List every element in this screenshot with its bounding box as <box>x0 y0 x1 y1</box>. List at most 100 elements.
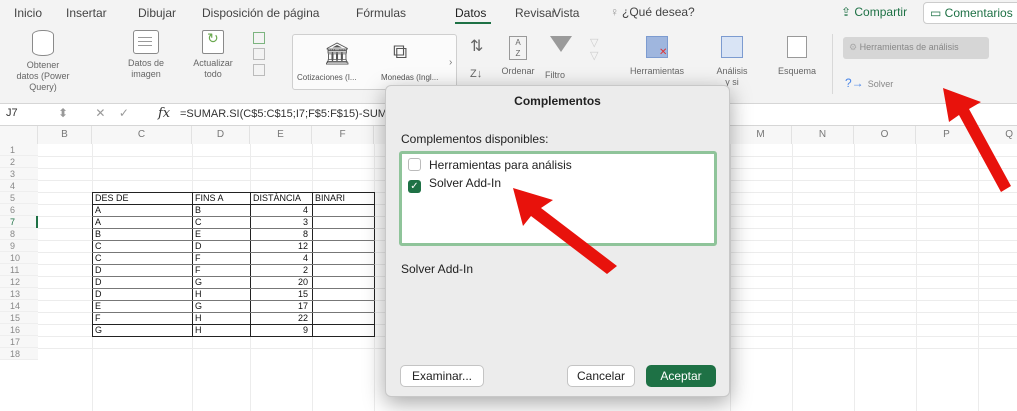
filter-button[interactable]: Filtro <box>540 70 570 81</box>
analysis-toolpak-checkbox[interactable] <box>408 158 421 171</box>
outline-button[interactable]: Esquema <box>772 36 822 77</box>
row-header[interactable]: 10 <box>0 252 38 264</box>
tell-me-search[interactable]: ♀ ¿Qué desea? <box>610 5 695 19</box>
table-cell[interactable]: 4 <box>250 204 308 216</box>
row-header[interactable]: 4 <box>0 180 38 192</box>
table-cell[interactable]: 22 <box>250 312 308 324</box>
tab-datos[interactable]: Datos <box>455 6 486 20</box>
cancel-formula-icon[interactable]: ✕ <box>95 106 105 120</box>
gallery-scroll-icon[interactable]: › <box>449 57 452 68</box>
sort-button[interactable]: AZ Ordenar <box>497 36 539 77</box>
column-header[interactable]: F <box>312 126 374 144</box>
column-header[interactable]: M <box>730 126 792 144</box>
insert-function-icon[interactable]: fx <box>158 106 170 121</box>
row-header[interactable]: 12 <box>0 276 38 288</box>
currencies-label[interactable]: Monedas (Ingl... <box>381 73 438 82</box>
row-header[interactable]: 2 <box>0 156 38 168</box>
column-header[interactable]: B <box>38 126 92 144</box>
row-header[interactable]: 9 <box>0 240 38 252</box>
addin-solver[interactable]: ✓ Solver Add-In <box>408 176 501 193</box>
formula-input[interactable]: =SUMAR.SI(C$5:C$15;I7;F$5:F$15)-SUM <box>180 108 388 120</box>
data-tools-button[interactable]: ✕ Herramientas <box>617 36 697 77</box>
table-cell[interactable]: D <box>95 264 102 276</box>
row-header[interactable]: 1 <box>0 144 38 156</box>
what-if-analysis-button[interactable]: Análisis y si <box>706 36 758 88</box>
table-cell[interactable]: E <box>95 300 101 312</box>
get-data-button[interactable]: Obtener datos (Power Query) <box>2 30 84 93</box>
table-header-cell[interactable]: DES DE <box>95 192 129 204</box>
filter-icon[interactable] <box>550 36 572 52</box>
table-cell[interactable]: 15 <box>250 288 308 300</box>
stocks-icon[interactable]: 🏛 <box>323 41 351 67</box>
analysis-tools-button[interactable]: ⚙ Herramientas de análisis <box>843 37 989 59</box>
row-header[interactable]: 17 <box>0 336 38 348</box>
row-header[interactable]: 6 <box>0 204 38 216</box>
share-button[interactable]: ⇪ Compartir <box>835 4 913 23</box>
table-cell[interactable]: E <box>195 228 201 240</box>
table-cell[interactable]: 4 <box>250 252 308 264</box>
table-header-cell[interactable]: DISTÀNCIA <box>253 192 301 204</box>
tab-dibujar[interactable]: Dibujar <box>138 6 176 20</box>
table-cell[interactable]: C <box>95 240 102 252</box>
row-header[interactable]: 13 <box>0 288 38 300</box>
table-cell[interactable]: 20 <box>250 276 308 288</box>
table-cell[interactable]: 8 <box>250 228 308 240</box>
currencies-icon[interactable]: ⧉ <box>393 41 407 64</box>
tab-disposicion[interactable]: Disposición de página <box>202 6 319 20</box>
browse-button[interactable]: Examinar... <box>400 365 484 387</box>
clear-filter-icon[interactable]: ▽ ▽ <box>590 36 598 62</box>
row-header[interactable]: 14 <box>0 300 38 312</box>
table-cell[interactable]: A <box>95 216 101 228</box>
tab-vista[interactable]: Vista <box>553 6 579 20</box>
tab-insertar[interactable]: Insertar <box>66 6 107 20</box>
table-cell[interactable]: C <box>95 252 102 264</box>
column-header[interactable]: N <box>792 126 854 144</box>
row-header[interactable]: 18 <box>0 348 38 360</box>
table-cell[interactable]: 17 <box>250 300 308 312</box>
table-cell[interactable]: D <box>95 276 102 288</box>
row-header[interactable]: 11 <box>0 264 38 276</box>
column-header[interactable]: O <box>854 126 916 144</box>
table-cell[interactable]: B <box>95 228 101 240</box>
solver-checkbox[interactable]: ✓ <box>408 180 421 193</box>
table-header-cell[interactable]: BINARI <box>315 192 345 204</box>
tab-inicio[interactable]: Inicio <box>14 6 42 20</box>
row-header[interactable]: 3 <box>0 168 38 180</box>
table-cell[interactable]: B <box>195 204 201 216</box>
table-cell[interactable]: 3 <box>250 216 308 228</box>
addin-analysis-toolpak[interactable]: Herramientas para análisis <box>408 158 572 172</box>
table-cell[interactable]: F <box>195 264 201 276</box>
tab-revisar[interactable]: Revisar <box>515 6 556 20</box>
row-header[interactable]: 16 <box>0 324 38 336</box>
table-cell[interactable]: 12 <box>250 240 308 252</box>
refresh-all-button[interactable]: Actualizar todo <box>184 30 242 80</box>
sort-descending-icon[interactable]: Z↓ <box>470 68 482 80</box>
row-header[interactable]: 8 <box>0 228 38 240</box>
comments-button[interactable]: ▭ Comentarios <box>923 2 1017 24</box>
confirm-formula-icon[interactable]: ✓ <box>119 106 129 120</box>
table-cell[interactable]: F <box>195 252 201 264</box>
ok-button[interactable]: Aceptar <box>646 365 716 387</box>
name-box[interactable]: J7 <box>6 107 46 119</box>
stocks-label[interactable]: Cotizaciones (I... <box>297 73 357 82</box>
row-header-active[interactable]: 7 <box>0 216 38 228</box>
tab-formulas[interactable]: Fórmulas <box>356 6 406 20</box>
select-all-corner[interactable] <box>0 126 38 144</box>
connections-buttons[interactable] <box>253 32 269 84</box>
table-cell[interactable]: F <box>95 312 101 324</box>
column-header[interactable]: E <box>250 126 312 144</box>
cancel-button[interactable]: Cancelar <box>567 365 635 387</box>
data-from-image-button[interactable]: Datos de imagen <box>118 30 174 80</box>
column-header[interactable]: D <box>192 126 250 144</box>
table-cell[interactable]: A <box>95 204 101 216</box>
table-cell[interactable]: 2 <box>250 264 308 276</box>
table-cell[interactable]: G <box>195 276 202 288</box>
row-header[interactable]: 15 <box>0 312 38 324</box>
table-cell[interactable]: D <box>195 240 202 252</box>
row-header[interactable]: 5 <box>0 192 38 204</box>
name-box-stepper-icon[interactable]: ⬍ <box>58 106 68 120</box>
table-cell[interactable]: H <box>195 288 202 300</box>
solver-button[interactable]: ?→ Solver <box>845 76 893 90</box>
table-cell[interactable]: G <box>195 300 202 312</box>
column-header[interactable]: C <box>92 126 192 144</box>
